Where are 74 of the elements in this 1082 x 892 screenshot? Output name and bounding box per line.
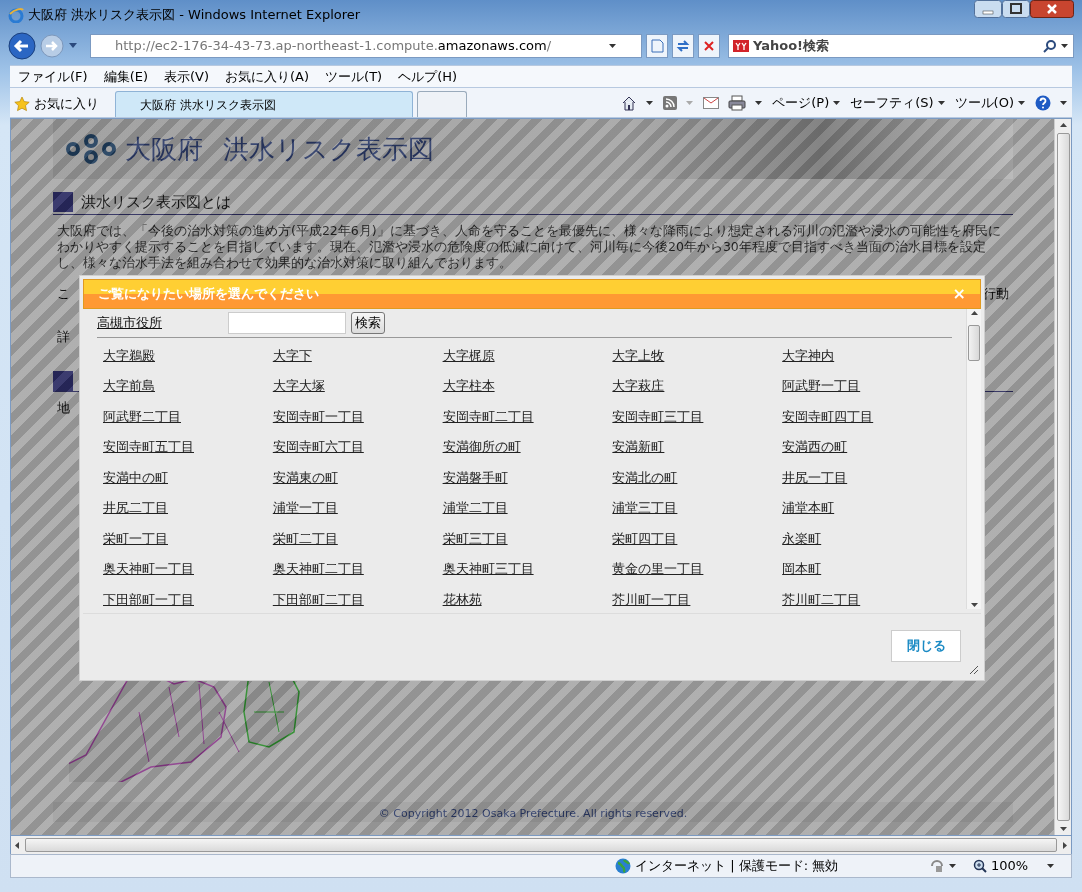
place-link[interactable]: 岡本町 xyxy=(782,561,822,576)
toolbar-button[interactable]: セーフティ(S) xyxy=(850,93,946,113)
place-link[interactable]: 安満東の町 xyxy=(272,469,338,485)
place-link[interactable]: 阿武野二丁目 xyxy=(103,408,181,424)
place-link[interactable]: 大字下 xyxy=(272,347,312,363)
place-link[interactable]: 浦堂本町 xyxy=(782,500,835,515)
toolbar-button[interactable]: ページ(P) xyxy=(772,93,842,113)
toolbar-button[interactable]: ツール(O) xyxy=(954,93,1026,113)
window-title: 大阪府 洪水リスク表示図 - Windows Internet Explorer xyxy=(28,6,361,25)
paragraph-text: 地 xyxy=(56,398,71,417)
place-link[interactable]: 大字萩庄 xyxy=(612,378,665,393)
menu-item[interactable]: 表示(V) xyxy=(164,66,210,87)
place-link[interactable]: 芥川町一丁目 xyxy=(612,591,691,607)
place-link[interactable]: 安満中の町 xyxy=(103,469,168,485)
place-link[interactable]: 奥天神町三丁目 xyxy=(442,561,534,576)
place-link[interactable]: 井尻二丁目 xyxy=(103,500,168,515)
site-title: 洪水リスク表示図 xyxy=(223,132,434,166)
search-box[interactable]: Yahoo!検索 xyxy=(728,34,1074,58)
place-link[interactable]: 奥天神町二丁目 xyxy=(272,561,364,576)
place-link[interactable]: 高槻市役所 xyxy=(97,313,228,333)
place-link[interactable]: 大字前島 xyxy=(103,378,155,393)
status-zone-text: インターネット | 保護モード: 無効 xyxy=(635,857,840,876)
search-button[interactable]: 検索 xyxy=(351,311,385,334)
place-link[interactable]: 安満西の町 xyxy=(782,439,848,454)
place-link[interactable]: 栄町一丁目 xyxy=(103,530,168,546)
place-link[interactable]: 栄町二丁目 xyxy=(272,530,338,546)
place-link[interactable]: 黄金の里一丁目 xyxy=(612,561,704,576)
menu-item[interactable]: ヘルプ(H) xyxy=(398,66,458,87)
place-link[interactable]: 安岡寺町二丁目 xyxy=(442,408,534,424)
copyright-text: © Copyright 2012 Osaka Prefecture. All rights reserved. xyxy=(378,805,688,822)
favorites-button[interactable]: お気に入り xyxy=(34,94,99,114)
place-link[interactable]: 安岡寺町三丁目 xyxy=(612,408,704,424)
place-link[interactable]: 井尻一丁目 xyxy=(782,469,848,485)
close-dialog-button[interactable]: 閉じる xyxy=(891,629,961,662)
place-link[interactable]: 安岡寺町六丁目 xyxy=(272,439,364,454)
menu-item[interactable]: ツール(T) xyxy=(325,66,383,87)
place-link[interactable]: 安満新町 xyxy=(612,439,665,454)
browser-tab[interactable]: 大阪府 洪水リスク表示図 xyxy=(115,91,413,117)
place-link[interactable]: 安満御所の町 xyxy=(442,439,521,454)
place-link[interactable]: 大字梶原 xyxy=(442,347,495,363)
menu-item[interactable]: お気に入り(A) xyxy=(225,66,310,87)
place-link[interactable]: 芥川町二丁目 xyxy=(782,591,861,607)
place-link[interactable]: 安満磐手町 xyxy=(442,469,508,485)
paragraph-text: 詳 xyxy=(56,328,71,347)
place-link[interactable]: 大字上牧 xyxy=(612,347,665,363)
place-link[interactable]: 浦堂一丁目 xyxy=(272,500,338,515)
menu-item[interactable]: ファイル(F) xyxy=(18,66,88,87)
intro-paragraph: 大阪府では、「今後の治水対策の進め方(平成22年6月)」に基づき、人命を守ることを最優先に、様々な降雨により想定される河川の氾濫や浸水の可能性を府民にわかりやすく提示することを目指しています。現在、氾濫や浸水の危険度の低減に向けて、河川毎に今後20年から30年程度で目指すべき当面の治水目標を設定し、様々な治水手法を組み合わせて効果的な治水対策に取り組んでおります。 xyxy=(56,222,1002,271)
menu-item[interactable]: 編集(E) xyxy=(103,66,148,87)
place-link[interactable]: 下田部町一丁目 xyxy=(103,591,194,607)
place-link[interactable]: 花林苑 xyxy=(442,591,482,607)
place-link[interactable]: 奥天神町一丁目 xyxy=(103,561,194,576)
place-link[interactable]: 浦堂三丁目 xyxy=(612,500,678,515)
place-link[interactable]: 阿武野一丁目 xyxy=(782,378,861,393)
place-link[interactable]: 安満北の町 xyxy=(612,469,678,485)
paragraph-text: こ xyxy=(57,284,70,303)
place-link[interactable]: 下田部町二丁目 xyxy=(272,591,364,607)
place-link[interactable]: 安岡寺町五丁目 xyxy=(103,439,194,454)
site-logo-text: 大阪府 xyxy=(125,132,203,166)
zoom-level[interactable]: 100% xyxy=(991,856,1047,876)
section-heading: 洪水リスク表示図とは xyxy=(81,192,231,213)
place-link[interactable]: 安岡寺町一丁目 xyxy=(272,408,364,424)
place-link[interactable]: 浦堂二丁目 xyxy=(442,500,508,515)
place-link[interactable]: 大字大塚 xyxy=(272,378,325,393)
place-link[interactable]: 安岡寺町四丁目 xyxy=(782,408,874,424)
place-link[interactable]: 栄町四丁目 xyxy=(612,530,678,546)
place-link[interactable]: 大字鵜殿 xyxy=(103,347,155,363)
place-link[interactable]: 永楽町 xyxy=(782,530,822,546)
place-link[interactable]: 大字柱本 xyxy=(442,378,495,393)
dialog-title: ご覧になりたい場所を選んでください xyxy=(98,285,319,304)
place-link[interactable]: 大字神内 xyxy=(782,347,835,363)
search-field[interactable]: Yahoo!検索 xyxy=(753,36,1039,56)
place-link[interactable]: 栄町三丁目 xyxy=(442,530,508,546)
address-field[interactable]: http://ec2-176-34-43-73.ap-northeast-1.compute.amazonaws.com/ xyxy=(90,34,642,58)
